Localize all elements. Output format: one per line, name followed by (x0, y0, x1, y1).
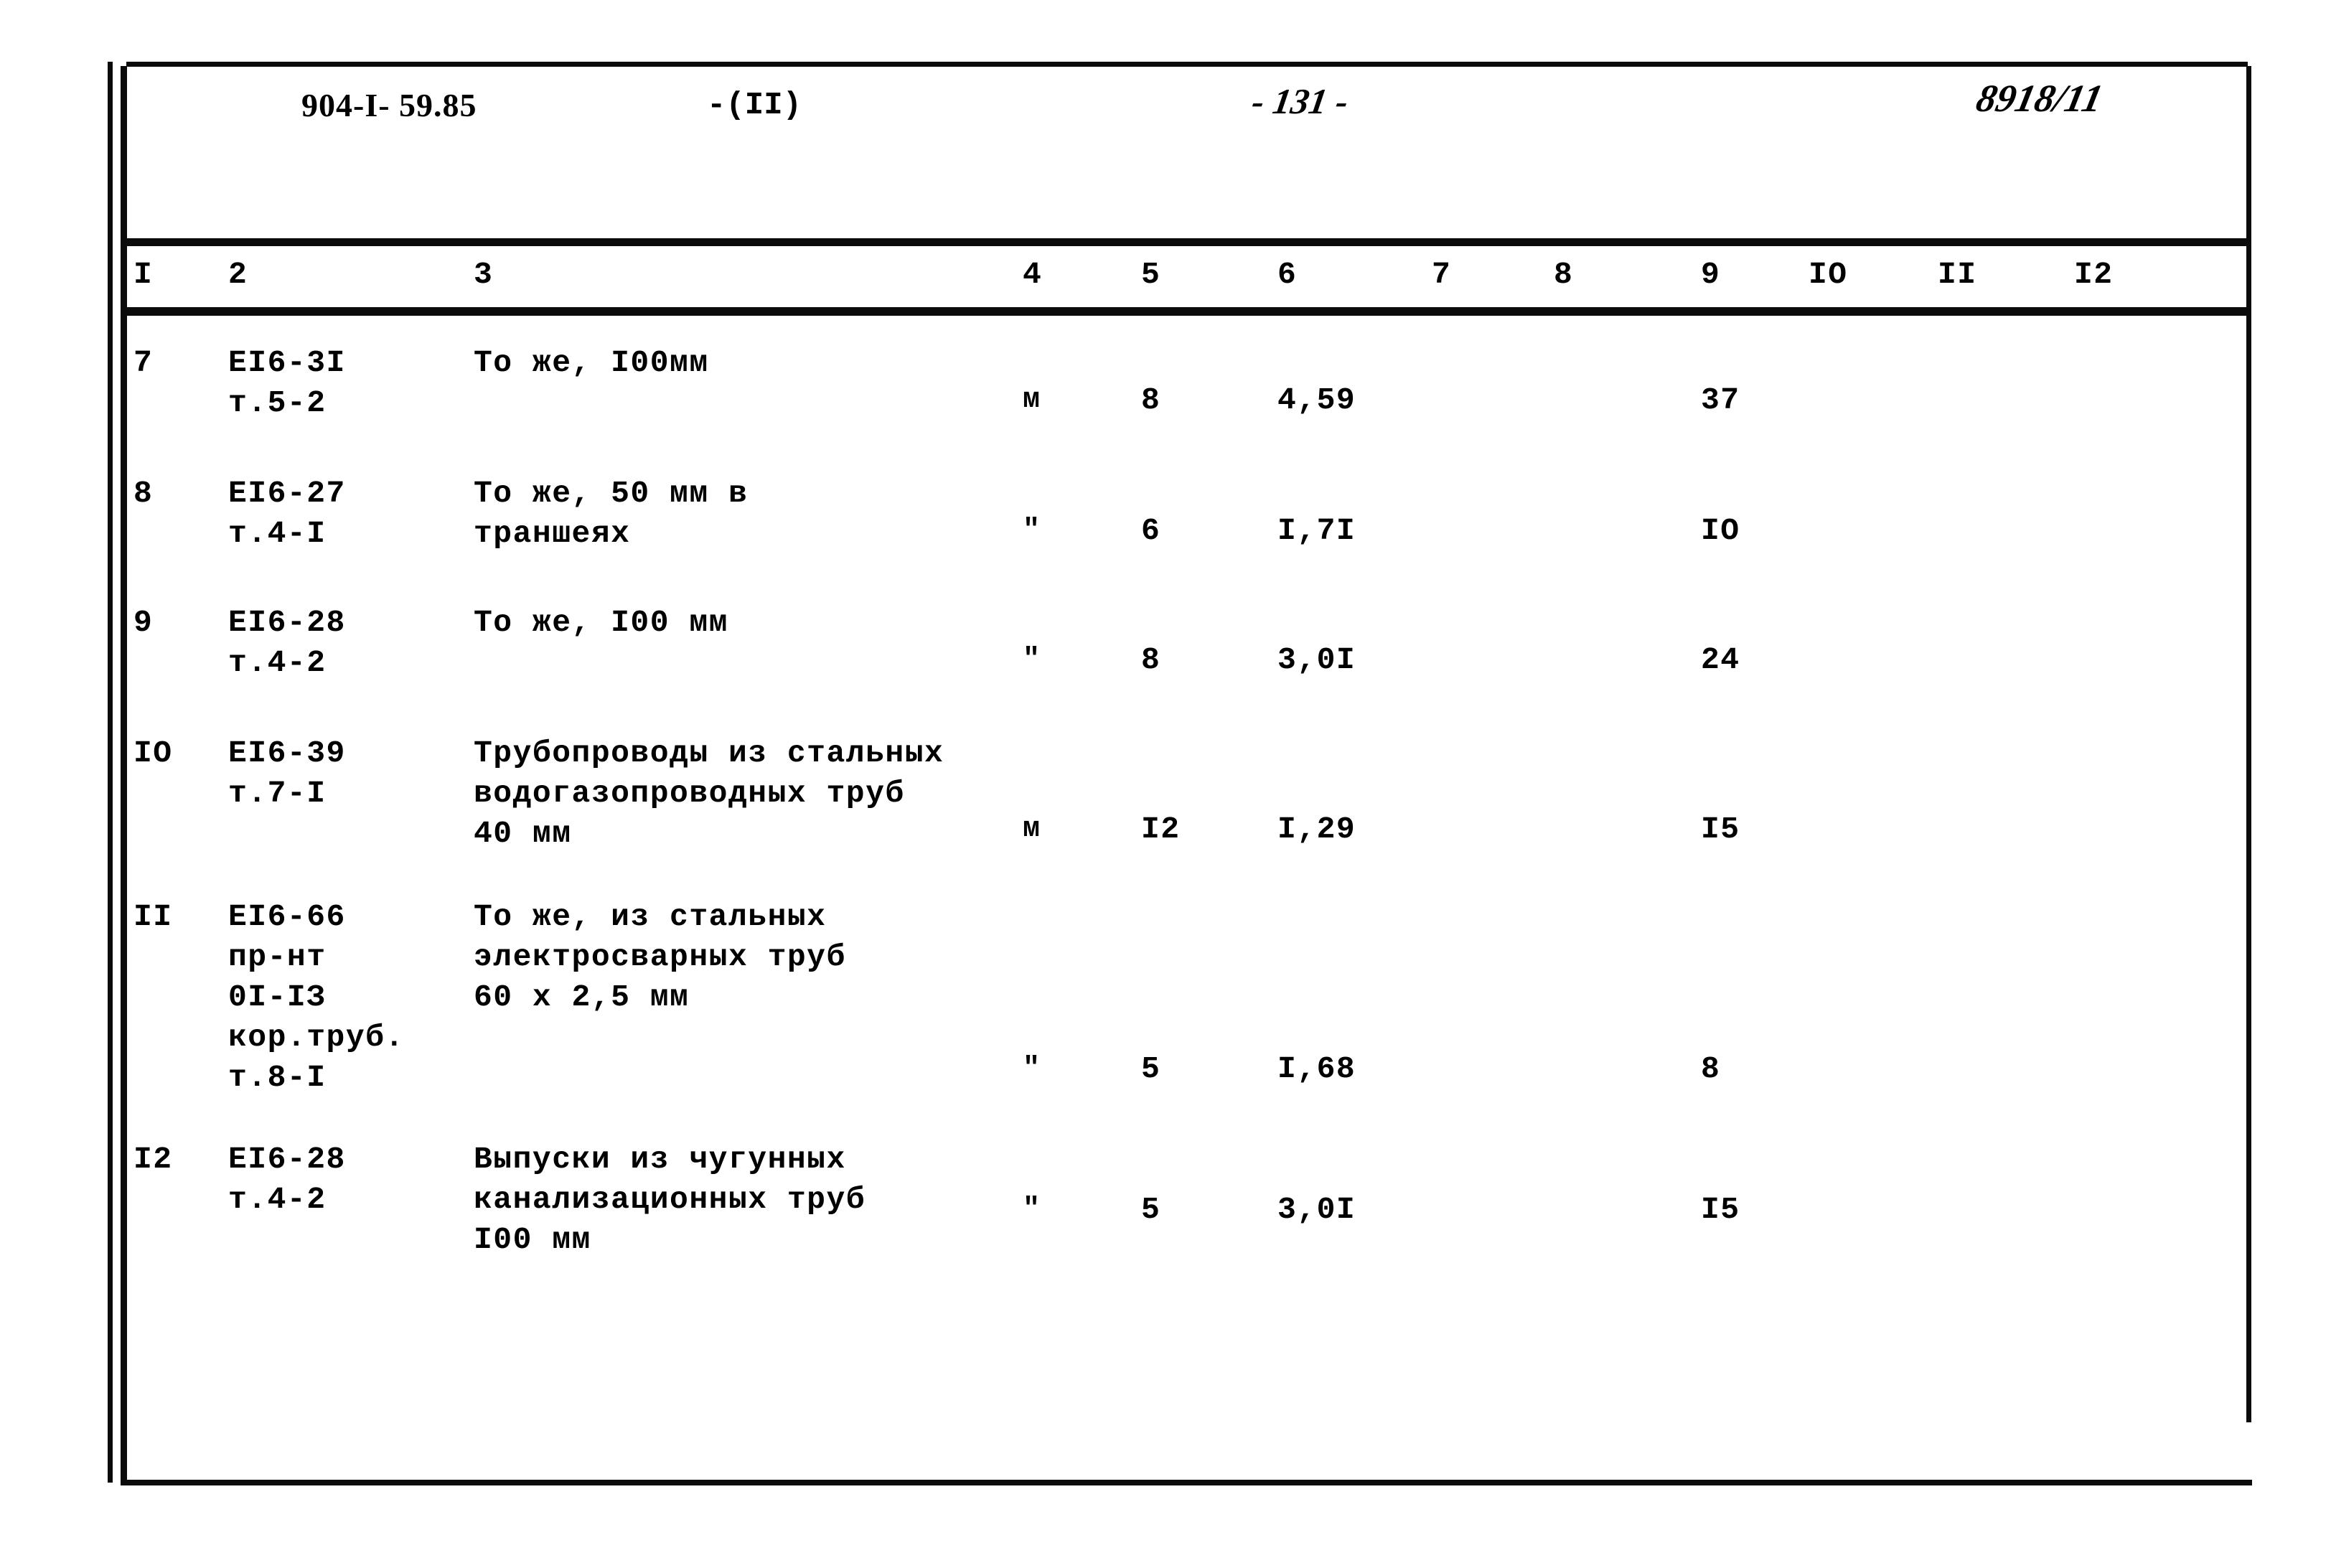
row-col6: 3,0I (1277, 642, 1356, 677)
row-description: То же, из стальных электросварных труб 6… (474, 899, 846, 1015)
row-col6: 3,0I (1277, 1192, 1356, 1227)
page-border-bottom (121, 1480, 2252, 1485)
row-unit: " (1023, 644, 1041, 676)
row-code: ЕІ6-28 т.4-2 (228, 605, 346, 680)
column-header-11: II (1938, 257, 1977, 292)
row-description: То же, 50 мм в траншеях (474, 476, 749, 551)
row-col9: I5 (1701, 812, 1740, 847)
column-header-5: 5 (1141, 257, 1161, 292)
column-header-3: 3 (474, 257, 494, 292)
row-description: То же, I00 мм (474, 605, 728, 640)
column-header-12: I2 (2074, 257, 2114, 292)
row-code: ЕІ6-39 т.7-І (228, 736, 346, 811)
row-col5: I2 (1141, 812, 1181, 847)
scanned-document-page: 904-I- 59.85 -(II) - 131 - 8918/11 I 2 3… (0, 0, 2331, 1568)
document-part: -(II) (707, 88, 802, 123)
row-unit: " (1023, 515, 1041, 547)
row-col5: 5 (1141, 1192, 1161, 1227)
row-number: II (133, 899, 173, 934)
row-col6: I,7I (1277, 513, 1356, 548)
row-description: То же, I00мм (474, 345, 709, 380)
row-col5: 5 (1141, 1051, 1161, 1086)
row-col6: 4,59 (1277, 382, 1356, 418)
column-header-10: IO (1809, 257, 1848, 292)
table-header-rule-top (126, 238, 2248, 246)
page-border-left-inner (121, 66, 127, 1485)
column-header-4: 4 (1023, 257, 1043, 292)
column-header-9: 9 (1701, 257, 1721, 292)
row-col9: 37 (1701, 382, 1740, 418)
row-unit: " (1023, 1053, 1041, 1085)
row-code: ЕІ6-66 пр-нт 0І-ІЗ кор.труб. т.8-І (228, 899, 405, 1095)
column-header-7: 7 (1432, 257, 1452, 292)
column-header-8: 8 (1554, 257, 1574, 292)
row-col5: 6 (1141, 513, 1161, 548)
row-col9: I5 (1701, 1192, 1740, 1227)
row-number: 7 (133, 345, 154, 380)
row-description: Трубопроводы из стальных водогазопроводн… (474, 736, 944, 851)
row-number: I2 (133, 1142, 173, 1177)
column-header-6: 6 (1277, 257, 1298, 292)
column-header-2: 2 (228, 257, 248, 292)
row-col9: 8 (1701, 1051, 1721, 1086)
row-code: ЕІ6-28 т.4-2 (228, 1142, 346, 1217)
row-code: ЕІ6-27 т.4-І (228, 476, 346, 551)
row-description: Выпуски из чугунных канализационных труб… (474, 1142, 866, 1257)
row-col6: I,68 (1277, 1051, 1356, 1086)
header-rule-top (126, 62, 2248, 67)
row-col9: IO (1701, 513, 1740, 548)
row-col9: 24 (1701, 642, 1740, 677)
row-unit: м (1023, 384, 1041, 416)
page-border-right (2246, 66, 2251, 1422)
row-number: 8 (133, 476, 154, 511)
document-code: 904-I- 59.85 (301, 86, 477, 124)
row-number: 9 (133, 605, 154, 640)
row-col5: 8 (1141, 382, 1161, 418)
page-border-left-outer (108, 62, 113, 1483)
row-col6: I,29 (1277, 812, 1356, 847)
row-number: IO (133, 736, 173, 771)
document-code-text: 904-I- 59.85 (301, 87, 477, 123)
row-col5: 8 (1141, 642, 1161, 677)
column-header-1: I (133, 257, 154, 292)
archive-stamp: 8918/11 (1972, 77, 2107, 120)
row-unit: м (1023, 813, 1041, 845)
row-unit: " (1023, 1193, 1041, 1226)
table-header-rule-bottom (126, 307, 2248, 316)
page-number: - 131 - (1249, 81, 1351, 121)
row-code: ЕІ6-3І т.5-2 (228, 345, 346, 421)
